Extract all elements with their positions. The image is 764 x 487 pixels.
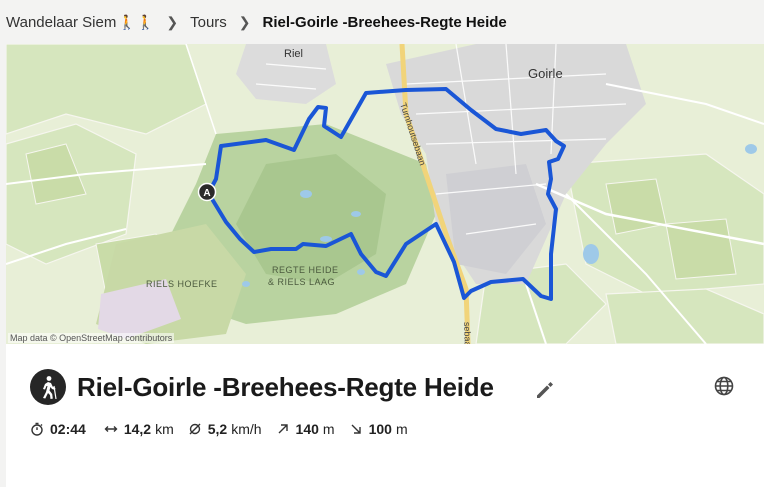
map-label-riels-hoefke: RIELS HOEFKE xyxy=(146,279,218,289)
breadcrumb-user[interactable]: Wandelaar Siem xyxy=(6,14,116,31)
stat-downhill-value: 100 xyxy=(368,421,392,437)
stopwatch-icon xyxy=(30,422,44,436)
arrow-up-right-icon xyxy=(276,422,290,436)
chevron-right-icon: ❯ xyxy=(166,13,179,30)
map-label-goirle: Goirle xyxy=(528,66,563,81)
stat-speed: 5,2 km/h xyxy=(188,421,262,437)
map-attribution: Map data © OpenStreetMap contributors xyxy=(8,333,175,343)
stat-distance-unit: km xyxy=(155,421,174,437)
stat-distance: 14,2 km xyxy=(104,421,174,437)
map-label-riels-laag: & RIELS LAAG xyxy=(268,277,335,287)
breadcrumb-current: Riel-Goirle -Breehees-Regte Heide xyxy=(262,13,507,31)
chevron-right-icon: ❯ xyxy=(238,13,251,30)
tour-map[interactable]: A Riel Goirle Turnhoutsebaan sebaan REGT… xyxy=(6,44,764,344)
stat-duration-value: 02:44 xyxy=(50,421,86,437)
edit-icon[interactable] xyxy=(534,379,556,401)
map-label-road-south: sebaan xyxy=(462,322,473,344)
walker-icon: 🚶 🚶 xyxy=(118,13,155,30)
stat-downhill-unit: m xyxy=(395,421,408,437)
breadcrumb-tours[interactable]: Tours xyxy=(190,14,227,31)
stat-uphill-value: 140 xyxy=(295,421,319,437)
stat-distance-value: 14,2 xyxy=(123,421,152,437)
stat-downhill: 100 m xyxy=(349,421,408,437)
average-speed-icon xyxy=(188,422,202,436)
stat-uphill-unit: m xyxy=(322,421,335,437)
tour-stats: 02:44 14,2 km 5,2 km/h 140 m 100 m xyxy=(30,421,422,437)
globe-icon[interactable] xyxy=(713,375,735,397)
stat-speed-unit: km/h xyxy=(231,421,262,437)
tour-header-card: Riel-Goirle -Breehees-Regte Heide 02:44 … xyxy=(6,344,764,487)
stat-duration: 02:44 xyxy=(30,421,90,437)
tour-title: Riel-Goirle -Breehees-Regte Heide xyxy=(77,372,494,402)
distance-icon xyxy=(104,422,118,436)
map-canvas[interactable]: A Riel Goirle Turnhoutsebaan sebaan REGT… xyxy=(6,44,764,344)
stat-uphill: 140 m xyxy=(276,421,335,437)
stat-speed-value: 5,2 xyxy=(207,421,228,437)
start-marker[interactable]: A xyxy=(197,182,217,202)
hiking-icon xyxy=(30,369,66,405)
breadcrumb: Wandelaar Siem 🚶 🚶 ❯ Tours ❯ Riel-Goirle… xyxy=(0,0,764,44)
start-marker-label: A xyxy=(203,188,210,199)
map-label-regte-heide: REGTE HEIDE xyxy=(272,265,339,275)
arrow-down-right-icon xyxy=(349,422,363,436)
map-label-riel: Riel xyxy=(284,48,303,60)
